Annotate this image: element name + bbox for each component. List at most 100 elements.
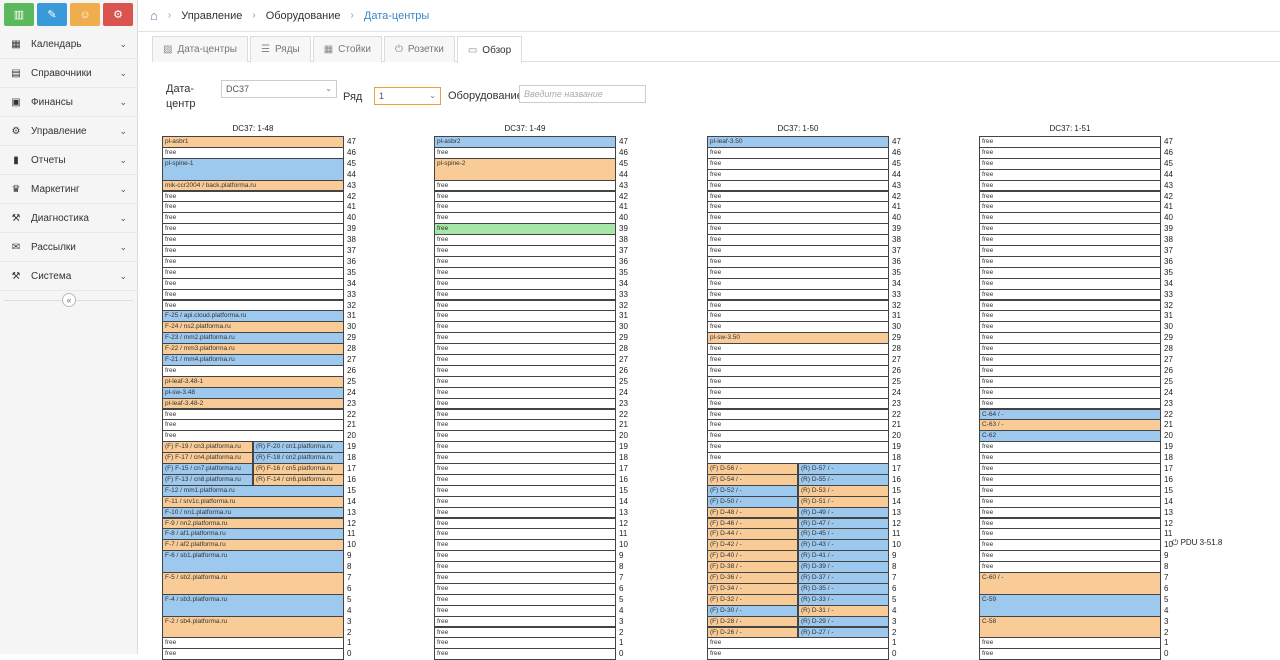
unit-number: 8	[347, 562, 352, 572]
tab[interactable]: ⏻ Розетки	[383, 36, 455, 62]
unit-number: 2	[1164, 627, 1169, 637]
unit-number: 47	[1164, 137, 1173, 146]
sidebar-item[interactable]: ⚒ Диагностика ⌄	[0, 204, 137, 233]
unit-number: 41	[892, 202, 901, 212]
unit-number: 21	[892, 420, 901, 430]
unit-number: 20	[892, 431, 901, 441]
unit-number: 24	[619, 387, 628, 397]
row-select[interactable]: 1 ⌄	[374, 87, 441, 105]
breadcrumb-item[interactable]: Управление	[181, 10, 242, 22]
unit-number: 37	[619, 246, 628, 255]
free-unit[interactable]: free	[707, 648, 889, 660]
money-icon: ▣	[11, 96, 21, 108]
unit-number: 6	[619, 583, 624, 593]
equipment-label: Оборудование	[448, 90, 523, 102]
unit-number: 9	[892, 551, 897, 561]
rack: DC37: 1-50 pl-leaf-3.50 47 free 46 free 45 free…	[707, 124, 905, 660]
unit-number: 16	[347, 474, 356, 484]
free-unit[interactable]: free	[979, 648, 1161, 660]
breadcrumb-item[interactable]: Оборудование	[266, 10, 341, 22]
chevron-down-icon: ⌄	[119, 67, 127, 78]
unit-number: 47	[619, 137, 628, 146]
rack-unit[interactable]: C-58	[979, 615, 1161, 639]
users-icon: ☺	[79, 8, 91, 21]
unit-number: 7	[619, 573, 624, 582]
rack-unit[interactable]: pl-spine-2	[434, 157, 616, 181]
unit-number: 10	[892, 540, 901, 550]
breadcrumb-current: Дата-центры	[363, 9, 430, 22]
unit-number: 2	[619, 627, 624, 637]
equipment-search-input[interactable]: Введите название	[519, 85, 646, 103]
rack-title: DC37: 1-51	[1049, 124, 1091, 133]
free-unit[interactable]: free	[162, 648, 344, 660]
unit-number: 22	[1164, 409, 1173, 419]
unit-number: 19	[347, 442, 356, 452]
unit-number: 33	[619, 289, 628, 299]
datacenter-select[interactable]: DC37 ⌄	[221, 80, 337, 98]
unit-number: 2	[892, 627, 897, 637]
pdu-label[interactable]: ⏻ PDU 3-51.8	[1172, 538, 1222, 548]
sidebar-item[interactable]: ⚒ Система ⌄	[0, 262, 137, 291]
rack-unit[interactable]: F-5 / sb2.platforma.ru	[162, 572, 344, 595]
tab[interactable]: ▭ Обзор	[456, 36, 523, 63]
home-icon[interactable]: ⌂	[150, 8, 158, 23]
unit-number: 5	[619, 594, 624, 604]
unit-number: 31	[892, 311, 901, 321]
unit-number: 40	[619, 213, 628, 223]
unit-number: 9	[619, 551, 624, 561]
gears-shortcut-button[interactable]: ⚙	[103, 3, 133, 26]
sidebar-collapse-button[interactable]: «	[62, 293, 76, 307]
rack-unit[interactable]: C-60 / -	[979, 572, 1161, 595]
breadcrumb-separator: ›	[350, 10, 354, 21]
unit-number: 4	[1164, 605, 1169, 615]
unit-number: 11	[619, 529, 628, 539]
chevron-down-icon: ⌄	[429, 91, 436, 100]
sidebar-item[interactable]: ⚙ Управление ⌄	[0, 117, 137, 146]
sidebar-item[interactable]: ▦ Календарь ⌄	[0, 30, 137, 59]
unit-number: 25	[619, 376, 628, 386]
rack-unit[interactable]: F-2 / sb4.platforma.ru	[162, 615, 344, 639]
unit-number: 15	[347, 485, 356, 495]
pencil-shortcut-button[interactable]: ✎	[37, 3, 67, 26]
chart-icon: ▥	[13, 9, 25, 21]
sidebar-item[interactable]: ✉ Рассылки ⌄	[0, 233, 137, 262]
unit-number: 31	[347, 311, 356, 321]
tab[interactable]: ▨ Дата-центры	[152, 36, 248, 62]
unit-number: 36	[892, 256, 901, 266]
tab[interactable]: ▦ Стойки	[312, 36, 382, 62]
envelope-icon: ✉	[11, 241, 21, 253]
unit-number: 20	[1164, 431, 1173, 441]
rack-unit[interactable]: F-6 / sb1.platforma.ru	[162, 550, 344, 573]
tab-label: Обзор	[482, 44, 512, 56]
unit-number: 2	[347, 627, 352, 637]
unit-number: 5	[892, 594, 897, 604]
unit-number: 12	[1164, 518, 1173, 528]
unit-number: 7	[347, 573, 352, 582]
unit-number: 22	[619, 409, 628, 419]
sidebar-item-label: Управление	[31, 125, 87, 137]
rack-unit[interactable]: C-59	[979, 593, 1161, 617]
users-shortcut-button[interactable]: ☺	[70, 3, 100, 26]
sidebar-item-label: Календарь	[31, 38, 82, 50]
chart-shortcut-button[interactable]: ▥	[4, 3, 34, 26]
sidebar-item[interactable]: ▤ Справочники ⌄	[0, 59, 137, 88]
unit-number: 44	[1164, 169, 1173, 179]
rack-unit[interactable]: F-4 / sb3.platforma.ru	[162, 593, 344, 617]
unit-number: 38	[619, 235, 628, 245]
tab[interactable]: ☰ Ряды	[249, 36, 311, 62]
sidebar-item[interactable]: ▣ Финансы ⌄	[0, 88, 137, 117]
unit-number: 18	[347, 453, 356, 463]
unit-number: 36	[1164, 256, 1173, 266]
unit-number: 23	[619, 398, 628, 408]
sidebar-item[interactable]: ▮ Отчеты ⌄	[0, 146, 137, 175]
sidebar-item-label: Система	[31, 270, 72, 282]
unit-number: 6	[892, 583, 897, 593]
unit-number: 17	[1164, 464, 1173, 473]
unit-number: 32	[347, 300, 356, 310]
sidebar-item[interactable]: ♛ Маркетинг ⌄	[0, 175, 137, 204]
trophy-icon: ♛	[11, 183, 21, 195]
rack-unit[interactable]: pl-spine-1	[162, 157, 344, 181]
unit-number: 31	[619, 311, 628, 321]
unit-number: 13	[619, 507, 628, 517]
free-unit[interactable]: free	[434, 648, 616, 660]
